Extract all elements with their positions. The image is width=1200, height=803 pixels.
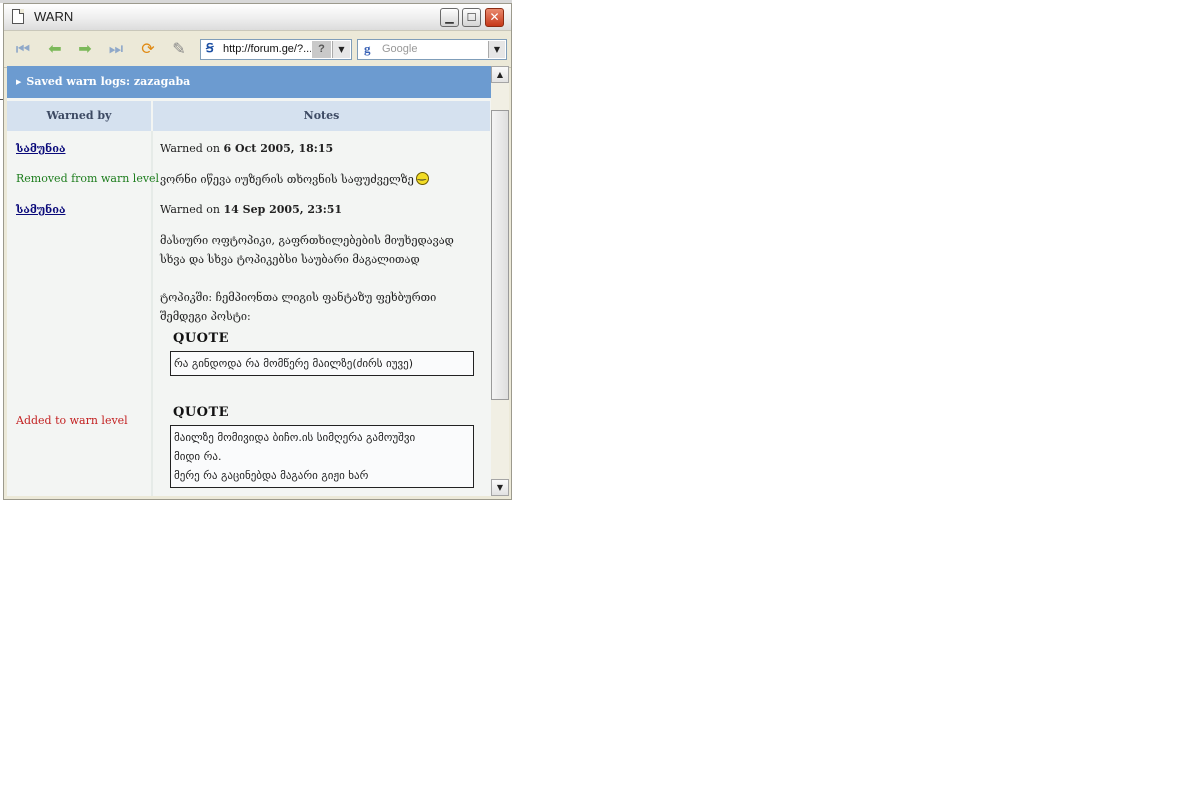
quote-line: მაილზე მომივიდა ბიჩო.ის სიმღერა გამოუშვი [174,431,416,444]
title-bar[interactable]: WARN ▁ ☐ ✕ [4,4,511,31]
quote-label: QUOTE [173,405,230,420]
help-button[interactable]: ? [312,41,331,58]
scroll-up-arrow-icon[interactable]: ▲ [491,66,509,83]
warn-note: ვორნი იწევა იუზერის თხოვნის საფუძველზე [160,170,429,186]
warn-date-value: 14 Sep 2005, 23:51 [223,203,343,216]
first-page-icon[interactable]: ⏮ [12,39,34,59]
quote-box: მაილზე მომივიდა ბიჩო.ის სიმღერა გამოუშვი… [170,425,474,488]
close-button[interactable]: ✕ [485,8,504,27]
scroll-down-arrow-icon[interactable]: ▼ [491,479,509,496]
status-removed: Removed from warn level [16,172,160,185]
quote-line: რა გინდოდა რა მომწერე მაილზე(ძირს იუვე) [174,357,414,370]
browser-toolbar: ⏮ ⬅ ➡ ⏭ ⟳ ✎ Ꞩ http://forum.ge/?... ? ▼ g… [4,31,511,68]
warn-note-line: შემდეგი პოსტი: [160,310,251,323]
popup-window: WARN ▁ ☐ ✕ ⏮ ⬅ ➡ ⏭ ⟳ ✎ Ꞩ http://forum.ge… [3,3,512,500]
column-header-warned-by: Warned by [7,101,151,131]
address-dropdown-icon[interactable]: ▼ [332,41,350,58]
quote-box: რა გინდოდა რა მომწერე მაილზე(ძირს იუვე) [170,351,474,376]
quote-label: QUOTE [173,331,230,346]
column-header-notes: Notes [153,101,490,131]
warn-note-line: სხვა და სხვა ტოპიკებსი საუბარი მაგალითად [160,253,420,266]
refresh-icon[interactable]: ⟳ [137,39,159,59]
bullet-arrow-icon: ▶ [16,77,22,86]
warned-by-user-link[interactable]: სამუნია [16,203,65,216]
page-title: Saved warn logs: zazagaba [26,75,191,88]
warn-date: Warned on 6 Oct 2005, 18:15 [160,142,333,155]
vertical-scrollbar[interactable]: ▲ ▼ [491,66,509,496]
search-box[interactable]: g Google ▼ [357,39,507,60]
google-icon: g [364,41,371,56]
quote-line: მერე რა გაცინებდა მაგარი გიჟი ხარ [174,469,369,482]
maximize-button[interactable]: ☐ [462,8,481,27]
warn-date: Warned on 14 Sep 2005, 23:51 [160,203,342,216]
address-input[interactable]: http://forum.ge/?... [223,43,311,55]
pencil-icon[interactable]: ✎ [168,39,190,59]
search-input[interactable]: Google [382,43,417,55]
back-arrow-icon[interactable]: ⬅ [44,39,66,59]
search-engine-dropdown-icon[interactable]: ▼ [488,41,505,58]
status-added: Added to warn level [16,414,128,427]
smiley-icon [415,170,429,185]
site-favicon-icon: Ꞩ [206,41,214,55]
warn-log-header: ▶ Saved warn logs: zazagaba [7,66,491,98]
warn-date-prefix: Warned on [160,203,221,216]
address-bar[interactable]: Ꞩ http://forum.ge/?... ? ▼ [200,39,352,60]
warned-by-user-link[interactable]: სამუნია [16,142,65,155]
warn-date-value: 6 Oct 2005, 18:15 [223,142,334,155]
scrollbar-thumb[interactable] [491,110,509,400]
window-title: WARN [34,9,74,24]
last-page-icon[interactable]: ⏭ [105,39,127,59]
column-divider [151,131,153,496]
warn-note-line: ტოპიკში: ჩემპიონთა ლიგის ფანტაზუ ფეხბურთ… [160,291,437,304]
document-icon [12,9,24,24]
warn-date-prefix: Warned on [160,142,221,155]
quote-line: მიდი რა. [174,450,222,463]
forward-arrow-icon[interactable]: ➡ [74,39,96,59]
warn-note-text: ვორნი იწევა იუზერის თხოვნის საფუძველზე [160,173,414,186]
warn-note-line: მასიური ოფტოპიკი, გაფრთხილებების მიუხედა… [160,234,454,247]
minimize-button[interactable]: ▁ [440,8,459,27]
page-content: ▶ Saved warn logs: zazagaba Warned by Not… [7,66,491,496]
